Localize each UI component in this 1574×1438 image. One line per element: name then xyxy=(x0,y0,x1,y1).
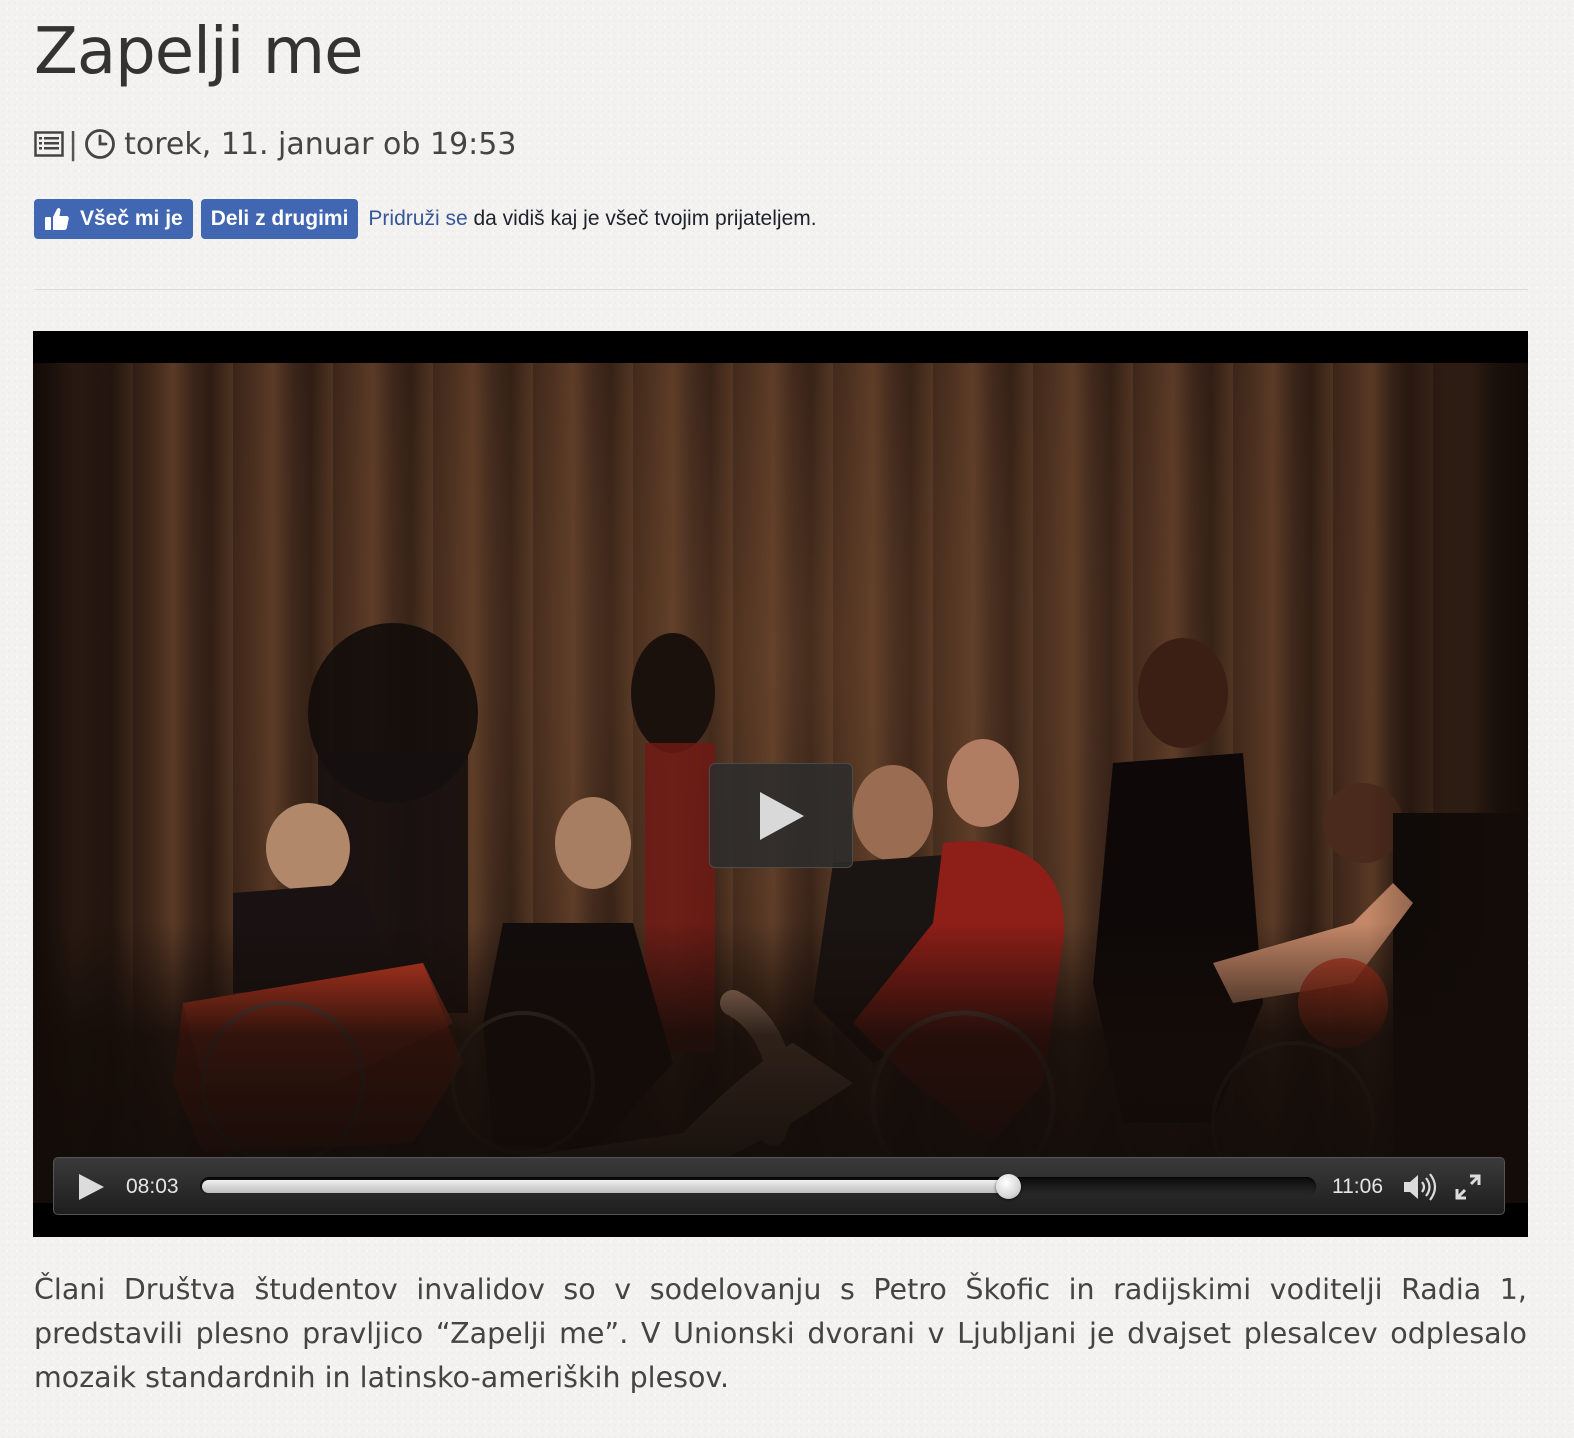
play-icon xyxy=(79,1174,104,1200)
left-shade xyxy=(33,363,173,1203)
seek-bar[interactable] xyxy=(200,1174,1316,1199)
seek-handle[interactable] xyxy=(996,1174,1021,1199)
article-date: torek, 11. januar ob 19:53 xyxy=(124,126,517,162)
meta-separator: | xyxy=(68,126,79,162)
fullscreen-icon xyxy=(1455,1174,1481,1200)
share-label: Deli z drugimi xyxy=(210,207,349,230)
current-time: 08:03 xyxy=(126,1175,179,1198)
right-shade xyxy=(1368,363,1528,1203)
fullscreen-button[interactable] xyxy=(1454,1173,1482,1201)
page-title: Zapelji me xyxy=(34,15,363,89)
like-button[interactable]: Všeč mi je xyxy=(34,199,193,239)
play-icon xyxy=(760,791,804,840)
article-description: Člani Društva študentov invalidov so v s… xyxy=(34,1273,1527,1394)
player-controls: 08:03 11:06 xyxy=(53,1157,1505,1215)
play-button[interactable] xyxy=(76,1172,106,1202)
facebook-widget: Všeč mi je Deli z drugimi Pridruži se da… xyxy=(34,199,817,239)
seek-bar-progress xyxy=(202,1180,1008,1193)
divider xyxy=(34,289,1528,290)
join-link[interactable]: Pridruži se xyxy=(368,207,467,230)
thumbs-up-icon xyxy=(44,206,70,232)
facebook-social-text: Pridruži se da vidiš kaj je všeč tvojim … xyxy=(368,207,816,231)
list-icon[interactable] xyxy=(34,129,64,159)
big-play-button[interactable] xyxy=(709,763,853,868)
clock-icon xyxy=(84,128,116,160)
volume-button[interactable] xyxy=(1402,1172,1438,1202)
total-time: 11:06 xyxy=(1332,1175,1383,1198)
page: Zapelji me | torek, 11. januar ob 19:53 xyxy=(0,0,1574,1438)
like-label: Všeč mi je xyxy=(80,207,183,230)
article-meta: | torek, 11. januar ob 19:53 xyxy=(34,122,516,166)
share-button[interactable]: Deli z drugimi xyxy=(200,199,359,239)
volume-icon xyxy=(1404,1173,1437,1201)
join-text: da vidiš kaj je všeč tvojim prijateljem. xyxy=(467,207,817,230)
video-player[interactable]: 08:03 11:06 xyxy=(33,331,1528,1237)
video-frame[interactable] xyxy=(33,363,1528,1203)
